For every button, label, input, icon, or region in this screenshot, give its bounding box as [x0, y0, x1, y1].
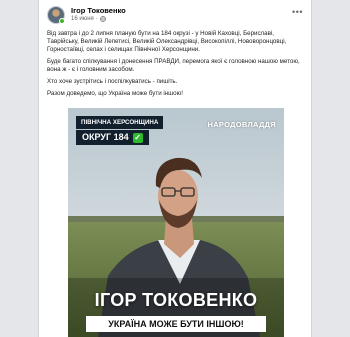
- more-options-icon[interactable]: •••: [292, 8, 303, 17]
- post-text: Від завтра і до 2 липня планую бути на 1…: [47, 30, 303, 102]
- post-card: Ігор Токовенко 16 июня · ••• Від завтра …: [38, 0, 312, 337]
- district-label-box: ОКРУГ 184 ✓: [76, 130, 149, 145]
- post-paragraph: Разом доведемо, що Україна може бути інш…: [47, 90, 183, 97]
- post-paragraph: Хто хоче зустрітись і поспілкуватись - п…: [47, 78, 178, 85]
- campaign-slogan: УКРАЇНА МОЖЕ БУТИ ІНШОЮ!: [86, 316, 266, 332]
- post-image[interactable]: ПІВНІЧНА ХЕРСОНЩИНА ОКРУГ 184 ✓ НАРОДОВЛ…: [68, 108, 284, 337]
- post-paragraph: Буде багато спілкування і донесення ПРАВ…: [47, 58, 300, 73]
- online-status-dot: [59, 18, 65, 24]
- post-timestamp[interactable]: 16 июня: [71, 16, 94, 22]
- district-label: ОКРУГ 184: [82, 132, 129, 142]
- globe-icon: [99, 16, 106, 22]
- post-paragraph: Від завтра і до 2 липня планую бути на 1…: [47, 30, 287, 53]
- post-header: Ігор Токовенко 16 июня · •••: [47, 6, 305, 28]
- region-label: ПІВНІЧНА ХЕРСОНЩИНА: [76, 116, 164, 129]
- post-meta: 16 июня ·: [71, 16, 106, 22]
- check-icon: ✓: [132, 132, 143, 143]
- candidate-name: ІГОР ТОКОВЕНКО: [94, 290, 258, 310]
- author-name[interactable]: Ігор Токовенко: [71, 6, 126, 15]
- brand-logo-text: НАРОДОВЛАДДЯ: [207, 120, 276, 129]
